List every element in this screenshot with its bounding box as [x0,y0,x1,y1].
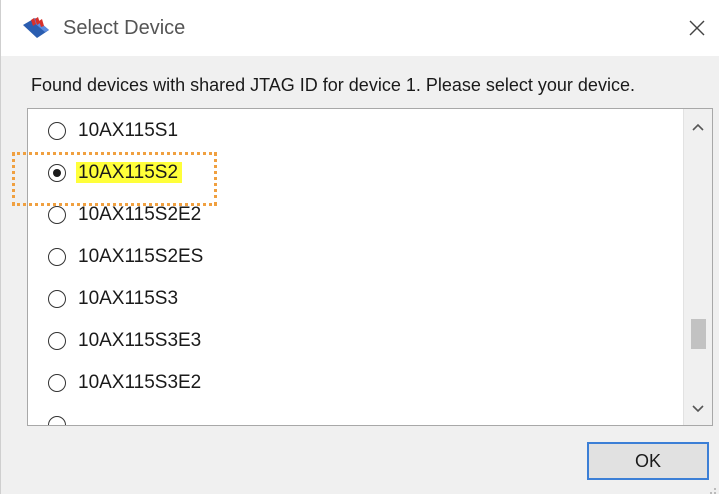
device-option[interactable]: 10AX115S3E3 [48,327,348,357]
device-list-items: 10AX115S1 10AX115S2 10AX115S2E2 10AX115S2ES… [28,109,683,425]
radio-empty-icon[interactable] [48,416,66,425]
close-icon[interactable] [681,12,713,44]
device-option[interactable]: 10AX115S2 [48,159,348,189]
radio-empty-icon[interactable] [48,332,66,350]
dialog-message: Found devices with shared JTAG ID for de… [31,75,635,95]
device-option-label: 10AX115S3E3 [78,330,202,351]
select-device-dialog: Select Device Found devices with shared … [0,0,719,494]
resize-grip-icon[interactable] [707,482,717,494]
scrollbar-thumb[interactable] [691,319,706,349]
app-icon [21,16,51,40]
vertical-scrollbar[interactable] [683,109,712,425]
radio-selected-icon[interactable] [48,164,66,182]
device-option[interactable]: 10AX115S3E2 [48,369,348,399]
ok-button[interactable]: OK [587,442,709,480]
device-option-label: 10AX115S2ES [78,246,204,267]
device-option[interactable]: 10AX115S2E2 [48,201,348,231]
device-option-label: 10AX115S1 [78,120,179,141]
device-option[interactable]: 10AX115S2ES [48,243,348,273]
radio-empty-icon[interactable] [48,374,66,392]
chevron-up-icon[interactable] [684,113,712,143]
radio-empty-icon[interactable] [48,248,66,266]
window-title: Select Device [63,17,186,39]
device-list[interactable]: 10AX115S1 10AX115S2 10AX115S2E2 10AX115S2ES… [27,108,713,426]
radio-dot [52,168,61,177]
device-option-label: 10AX115S2E2 [78,204,202,225]
device-option-label: 10AX115S2 [76,162,183,184]
device-option-label: 10AX115S3E2 [78,372,202,393]
chevron-down-icon[interactable] [684,395,712,425]
title-bar: Select Device [1,0,719,56]
radio-empty-icon[interactable] [48,122,66,140]
radio-empty-icon[interactable] [48,206,66,224]
device-option-label: 10AX115S3 [78,288,179,309]
radio-empty-icon[interactable] [48,290,66,308]
device-option[interactable]: 10AX115S3 [48,285,348,315]
device-option[interactable]: 10AX115S1 [48,117,348,147]
device-option-highlight: 10AX115S2 [76,162,183,183]
